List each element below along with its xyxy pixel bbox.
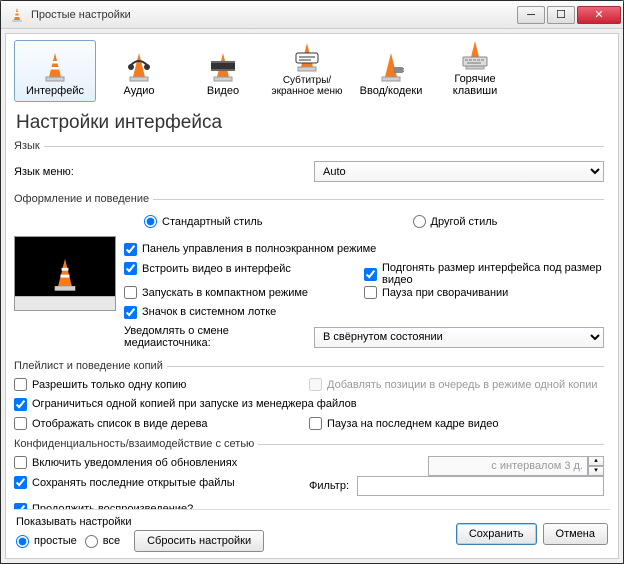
- content-area: Интерфейс Аудио Видео Субтитры/экранное …: [5, 33, 619, 559]
- cancel-button[interactable]: Отмена: [543, 523, 608, 545]
- window-title: Простые настройки: [31, 9, 515, 21]
- close-button[interactable]: ✕: [577, 6, 621, 24]
- group-playlist: Плейлист и поведение копий Разрешить тол…: [14, 360, 604, 434]
- filter-input[interactable]: [357, 476, 604, 496]
- group-look: Оформление и поведение Стандартный стиль…: [14, 193, 604, 356]
- preview-thumbnail: [14, 236, 116, 311]
- tab-interface[interactable]: Интерфейс: [14, 40, 96, 102]
- interval-spinner[interactable]: ▴▾: [428, 456, 604, 476]
- app-icon: [9, 7, 25, 23]
- chk-one-copy[interactable]: Разрешить только одну копию: [14, 378, 309, 391]
- chk-tree[interactable]: Отображать список в виде дерева: [14, 417, 309, 430]
- radio-simple[interactable]: простые: [16, 535, 77, 548]
- group-privacy: Конфиденциальность/взаимодействие с сеть…: [14, 438, 604, 509]
- maximize-button[interactable]: ☐: [547, 6, 575, 24]
- lang-label: Язык меню:: [14, 166, 314, 178]
- cone-plug-icon: [377, 51, 405, 83]
- chk-tray[interactable]: Значок в системном лотке: [124, 306, 276, 319]
- tab-video[interactable]: Видео: [182, 40, 264, 102]
- notify-label: Уведомлять о смене медиаисточника:: [124, 325, 314, 349]
- chk-pause-min[interactable]: Пауза при сворачивании: [364, 286, 604, 299]
- tab-audio[interactable]: Аудио: [98, 40, 180, 102]
- chk-fullscreen-panel[interactable]: Панель управления в полноэкранном режиме: [124, 243, 376, 256]
- chk-compact[interactable]: Запускать в компактном режиме: [124, 286, 364, 299]
- category-tabs: Интерфейс Аудио Видео Субтитры/экранное …: [14, 40, 610, 102]
- chk-updates[interactable]: Включить уведомления об обновлениях: [14, 456, 428, 469]
- chk-embed-video[interactable]: Встроить видео в интерфейс: [124, 262, 364, 275]
- radio-all[interactable]: все: [85, 535, 120, 548]
- save-button[interactable]: Сохранить: [456, 523, 537, 545]
- cone-keyboard-icon: [461, 39, 489, 71]
- tab-hotkeys[interactable]: Горячие клавиши: [434, 40, 516, 102]
- footer: Показывать настройки простые все Сбросит…: [14, 509, 610, 558]
- cone-headphones-icon: [125, 51, 153, 83]
- titlebar: Простые настройки ─ ☐ ✕: [1, 1, 623, 29]
- tab-codecs[interactable]: Ввод/кодеки: [350, 40, 432, 102]
- chk-filemgr[interactable]: Ограничиться одной копией при запуске из…: [14, 398, 357, 411]
- cone-film-icon: [209, 51, 237, 83]
- chk-last-pause[interactable]: Пауза на последнем кадре видео: [309, 417, 604, 430]
- radio-other-style[interactable]: Другой стиль: [413, 215, 498, 228]
- show-settings-label: Показывать настройки: [16, 516, 264, 528]
- cone-subtitle-icon: [293, 41, 321, 73]
- group-language: Язык Язык меню: Auto: [14, 140, 604, 189]
- scroll-area[interactable]: Язык Язык меню: Auto Оформление и поведе…: [14, 140, 610, 509]
- filter-label: Фильтр:: [309, 480, 349, 492]
- page-title: Настройки интерфейса: [16, 112, 610, 134]
- chk-queue: Добавлять позиции в очередь в режиме одн…: [309, 378, 604, 391]
- tab-subtitles[interactable]: Субтитры/экранное меню: [266, 40, 348, 102]
- lang-select[interactable]: Auto: [314, 161, 604, 182]
- notify-select[interactable]: В свёрнутом состоянии: [314, 327, 604, 348]
- cone-icon: [41, 51, 69, 83]
- chk-recent[interactable]: Сохранять последние открытые файлы: [14, 476, 309, 489]
- radio-standard-style[interactable]: Стандартный стиль: [144, 215, 263, 228]
- settings-window: Простые настройки ─ ☐ ✕ Интерфейс Аудио …: [0, 0, 624, 564]
- chk-fit-size[interactable]: Подгонять размер интерфейса под размер в…: [364, 262, 604, 286]
- minimize-button[interactable]: ─: [517, 6, 545, 24]
- reset-button[interactable]: Сбросить настройки: [134, 530, 264, 552]
